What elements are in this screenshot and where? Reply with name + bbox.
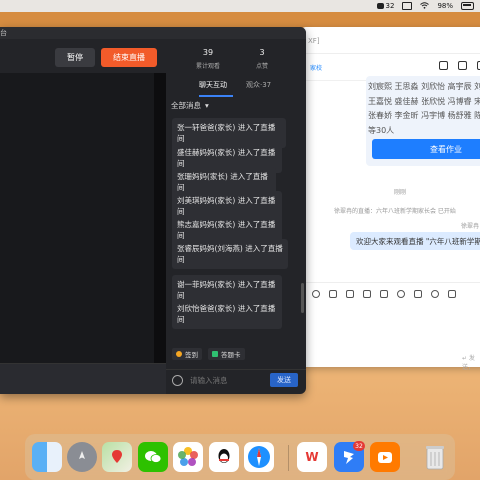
quiz-card-button[interactable]: 答题卡 xyxy=(208,348,245,360)
chat-bubble-icon xyxy=(376,3,384,9)
screenshot-icon[interactable] xyxy=(414,290,422,298)
chat-count: 32 xyxy=(385,2,395,10)
signin-button[interactable]: 签到 xyxy=(172,348,202,360)
chat-window-title: XF] xyxy=(308,37,320,45)
emoji-icon[interactable] xyxy=(172,375,183,386)
views-value: 39 xyxy=(202,48,214,57)
folder-icon[interactable] xyxy=(363,290,371,298)
live-window-title: 台 xyxy=(0,29,7,37)
names-line: 等30人 xyxy=(368,125,395,135)
chevron-down-icon: ▾ xyxy=(205,101,209,110)
launchpad-icon[interactable] xyxy=(67,442,97,472)
live-titlebar: 台 xyxy=(0,27,306,39)
names-line: 王嘉悦 盛佳赫 张欣悦 冯博睿 宋 xyxy=(368,96,480,106)
message-input[interactable] xyxy=(186,373,272,388)
quiz-label: 答题卡 xyxy=(221,351,241,359)
mention-icon[interactable] xyxy=(312,290,320,298)
view-homework-button[interactable]: 查看作业 xyxy=(372,139,480,159)
likes-label: 点赞 xyxy=(256,63,269,70)
calendar-icon[interactable] xyxy=(439,61,448,70)
live-started-notice: 徐翠冉的直播：六年八班新学期家长会 已开始 xyxy=(334,208,456,215)
menubar: 32 98% xyxy=(0,0,480,12)
wifi-icon[interactable] xyxy=(420,1,430,11)
send-button[interactable]: 发送 xyxy=(270,373,298,387)
chat-status[interactable]: 32 xyxy=(376,2,395,10)
emoji-icon[interactable] xyxy=(397,290,405,298)
message-filter[interactable]: 全部消息 ▾ xyxy=(171,100,209,111)
qq-icon[interactable] xyxy=(209,442,239,472)
taobao-icon[interactable] xyxy=(370,442,400,472)
message-bubble: 欢迎大家来观看直播 "六年八班新学期 xyxy=(350,232,480,250)
video-preview[interactable] xyxy=(0,73,154,363)
tab-viewers[interactable]: 观众·37 xyxy=(246,80,271,90)
display-icon[interactable] xyxy=(402,2,413,10)
notification-badge: 32 xyxy=(353,441,365,451)
signin-label: 签到 xyxy=(185,351,198,359)
dock-separator xyxy=(288,445,289,471)
pause-button[interactable]: 暂停 xyxy=(55,48,95,67)
chat-toolbar xyxy=(312,290,456,298)
share-icon[interactable] xyxy=(458,61,467,70)
safari-icon[interactable] xyxy=(244,442,274,472)
maps-icon[interactable] xyxy=(102,442,132,472)
sender-name: 徐翠冉 xyxy=(461,223,480,230)
file-icon[interactable] xyxy=(329,290,337,298)
wechat-icon[interactable] xyxy=(138,442,168,472)
chat-message: 刘欣怡爸爸(家长) 进入了直播间 xyxy=(172,299,282,329)
chat-message: 张睿辰妈妈(刘海燕) 进入了直播间 xyxy=(172,239,288,269)
live-bottom-bar xyxy=(0,363,166,394)
photos-icon[interactable] xyxy=(173,442,203,472)
chat-scrollbar[interactable] xyxy=(301,283,304,313)
location-pin-icon xyxy=(176,351,182,357)
names-line: 张春娇 李金昕 冯宇博 杨舒雅 陈 xyxy=(368,111,480,120)
chat-window-topbar: XF] xyxy=(300,27,480,54)
finder-icon[interactable] xyxy=(32,442,62,472)
tab-underline xyxy=(199,95,233,97)
more-tools-icon[interactable] xyxy=(448,290,456,298)
image-icon[interactable] xyxy=(346,290,354,298)
send-hint: ↵ 发送， xyxy=(462,355,475,371)
likes-value: 3 xyxy=(259,48,265,57)
doc-icon[interactable] xyxy=(380,290,388,298)
views-label: 累计观看 xyxy=(196,63,221,70)
message-input-row: 发送 xyxy=(166,369,306,394)
battery-icon[interactable] xyxy=(461,2,474,10)
video-strip xyxy=(154,73,166,363)
interaction-tools: 签到 答题卡 xyxy=(172,348,245,360)
group-tag: 家校 xyxy=(310,65,323,72)
quiz-card-icon xyxy=(212,351,218,357)
likes-stat: 3 点赞 xyxy=(256,48,268,70)
filter-label: 全部消息 xyxy=(171,101,201,110)
tab-chat[interactable]: 聊天互动 xyxy=(199,80,227,90)
trash-icon[interactable] xyxy=(420,442,450,472)
views-stat: 39 累计观看 xyxy=(196,48,220,70)
battery-percent: 98% xyxy=(437,2,453,10)
names-line: 刘宸熙 王思淼 刘欣怡 高宇辰 刘 xyxy=(368,82,480,91)
clock-icon[interactable] xyxy=(431,290,439,298)
end-live-button[interactable]: 结束直播 xyxy=(101,48,157,67)
wps-icon[interactable]: W xyxy=(297,442,327,472)
timestamp-label: 刚刚 xyxy=(394,189,407,196)
divider xyxy=(300,282,480,283)
